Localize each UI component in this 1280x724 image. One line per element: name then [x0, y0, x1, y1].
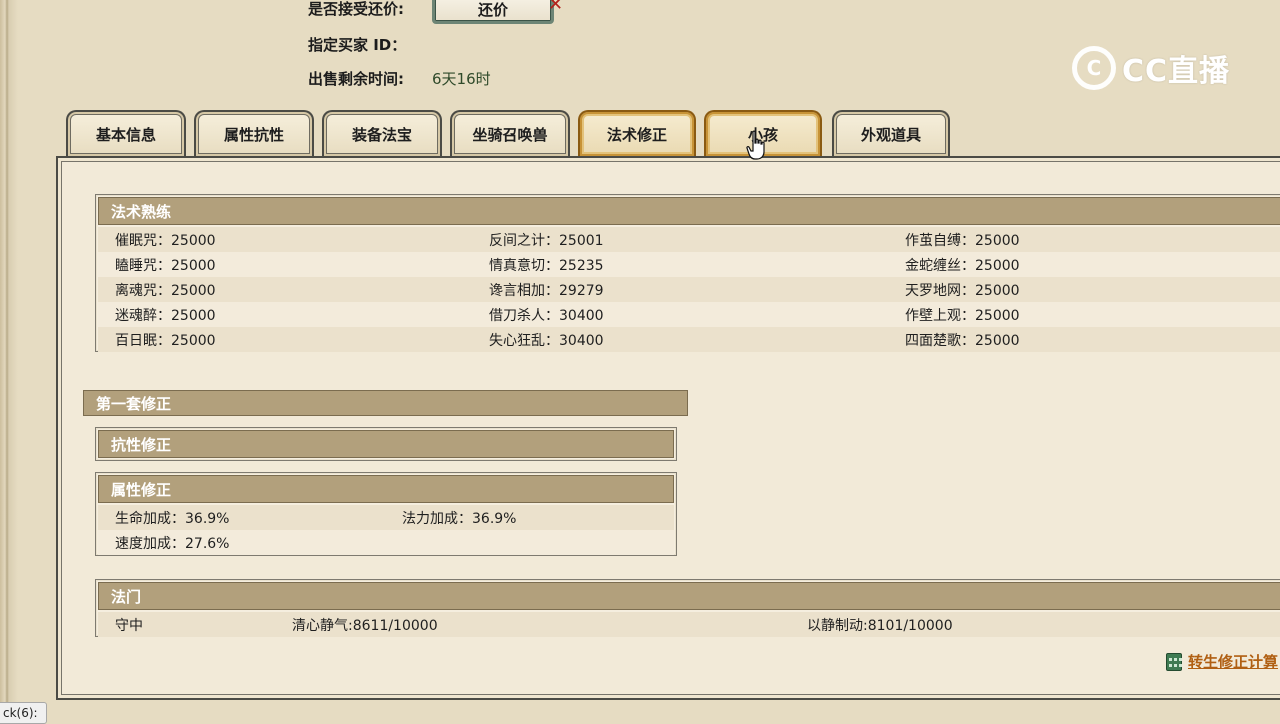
tab-spell-correction[interactable]: 法术修正: [578, 110, 696, 156]
time-remaining-value: 6天16时: [432, 70, 491, 88]
first-set-header: 第一套修正: [83, 390, 688, 416]
time-remaining-label: 出售剩余时间:: [308, 70, 404, 88]
watermark-text: CC直播: [1122, 54, 1231, 89]
attr-value: 法力加成：36.9%: [402, 510, 517, 527]
attr-value: 生命加成：36.9%: [115, 510, 230, 527]
spell-value: 天罗地网：25000: [905, 282, 1020, 299]
tab-basic-info[interactable]: 基本信息: [66, 110, 186, 156]
tab-mounts-summons[interactable]: 坐骑召唤兽: [450, 110, 570, 156]
famen-item: 清心静气:8611/10000: [292, 617, 438, 634]
spell-value: 谗言相加：29279: [489, 282, 604, 299]
spell-value: 失心狂乱：30400: [489, 332, 604, 349]
famen-item: 守中: [115, 617, 143, 634]
table-row: 百日眠：25000 失心狂乱：30400 四面楚歌：25000: [98, 327, 1280, 352]
tab-attributes-resist[interactable]: 属性抗性: [194, 110, 314, 156]
counter-offer-button[interactable]: 还价: [432, 0, 554, 24]
table-row: 催眠咒：25000 反间之计：25001 作茧自缚：25000: [98, 227, 1280, 252]
tab-equipment[interactable]: 装备法宝: [322, 110, 442, 156]
reincarnation-calc-link[interactable]: 转生修正计算: [1188, 651, 1278, 672]
spell-value: 四面楚歌：25000: [905, 332, 1020, 349]
attr-correction-header: 属性修正: [98, 475, 674, 503]
tab-appearance-items[interactable]: 外观道具: [832, 110, 950, 156]
tab-bar: 基本信息 属性抗性 装备法宝 坐骑召唤兽 法术修正 小孩 外观道具: [66, 110, 966, 158]
famen-header: 法门: [98, 582, 1280, 610]
spell-value: 作壁上观：25000: [905, 307, 1020, 324]
spell-mastery-box: 法术熟练 催眠咒：25000 反间之计：25001 作茧自缚：25000 瞌睡咒…: [95, 194, 1280, 352]
spell-value: 借刀杀人：30400: [489, 307, 604, 324]
resist-correction-header: 抗性修正: [98, 430, 674, 458]
table-row: 迷魂醉：25000 借刀杀人：30400 作壁上观：25000: [98, 302, 1280, 327]
buyer-id-label: 指定买家 ID：: [308, 36, 407, 54]
spell-value: 情真意切：25235: [489, 257, 604, 274]
spell-value: 反间之计：25001: [489, 232, 604, 249]
table-row: 生命加成：36.9% 法力加成：36.9%: [98, 505, 674, 530]
spell-value: 瞌睡咒：25000: [115, 257, 216, 274]
table-row: 速度加成：27.6%: [98, 530, 674, 555]
close-icon[interactable]: ✕: [548, 0, 563, 15]
status-tooltip: ck(6):: [0, 702, 47, 724]
spell-value: 金蛇缠丝：25000: [905, 257, 1020, 274]
table-row: 瞌睡咒：25000 情真意切：25235 金蛇缠丝：25000: [98, 252, 1280, 277]
cc-live-watermark: C CC直播: [1072, 42, 1242, 94]
famen-item: 以静制动:8101/10000: [807, 617, 953, 634]
hand-cursor-icon: [746, 130, 765, 160]
reincarnation-calc[interactable]: 转生修正计算: [1166, 651, 1278, 672]
famen-box: 法门 守中 清心静气:8611/10000 以静制动:8101/10000: [95, 579, 1280, 637]
spell-mastery-header: 法术熟练: [98, 197, 1280, 225]
calculator-icon: [1166, 652, 1182, 671]
spell-value: 百日眠：25000: [115, 332, 216, 349]
table-row: 守中 清心静气:8611/10000 以静制动:8101/10000: [98, 612, 1280, 637]
attr-correction-box: 属性修正 生命加成：36.9% 法力加成：36.9% 速度加成：27.6%: [95, 472, 677, 556]
attr-value: 速度加成：27.6%: [115, 535, 230, 552]
table-row: 离魂咒：25000 谗言相加：29279 天罗地网：25000: [98, 277, 1280, 302]
accept-counter-label: 是否接受还价:: [308, 0, 404, 18]
spell-value: 催眠咒：25000: [115, 232, 216, 249]
spell-value: 迷魂醉：25000: [115, 307, 216, 324]
cc-logo-icon: C: [1072, 46, 1116, 90]
spell-value: 离魂咒：25000: [115, 282, 216, 299]
resist-correction-box: 抗性修正: [95, 427, 677, 461]
spell-value: 作茧自缚：25000: [905, 232, 1020, 249]
